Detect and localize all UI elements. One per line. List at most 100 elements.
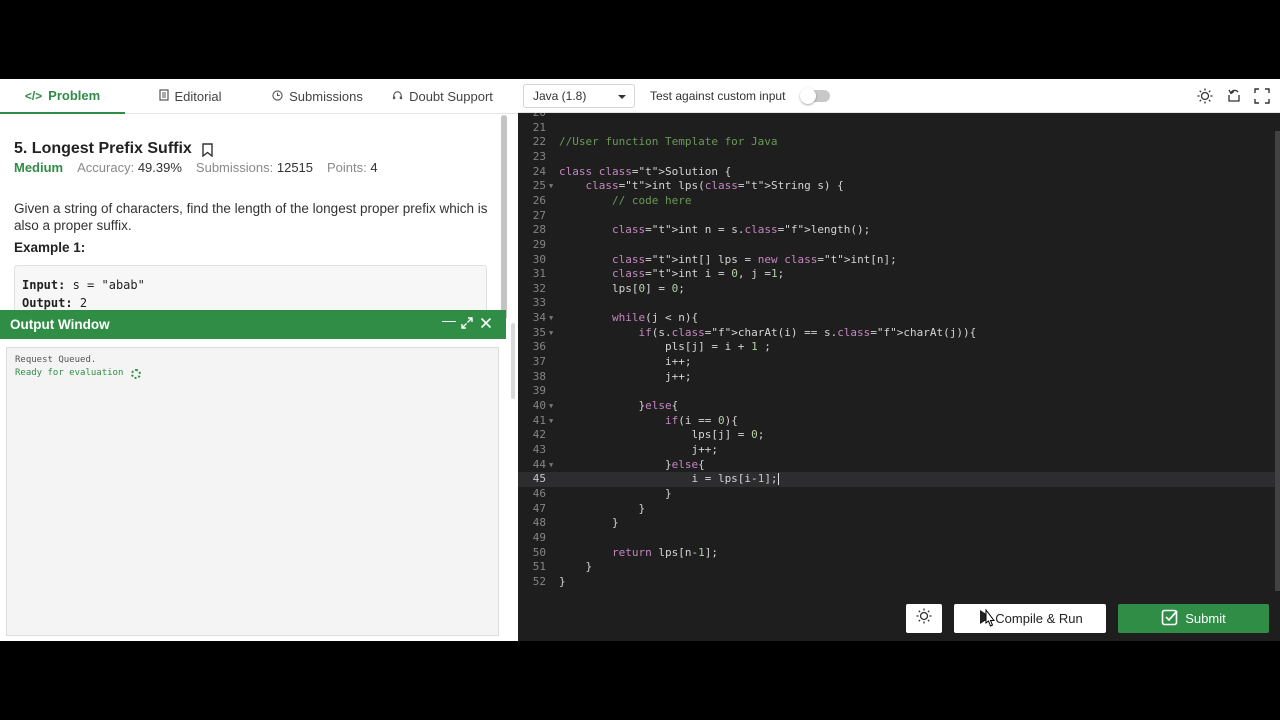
app-window: </> Problem Editorial Submissions Doubt — [0, 79, 1280, 641]
code-line[interactable]: 52} — [518, 575, 1276, 590]
sun-icon — [915, 607, 933, 630]
tab-doubt-support[interactable]: Doubt Support — [380, 79, 505, 114]
chevron-down-icon — [618, 95, 626, 99]
submit-button[interactable]: Submit — [1118, 604, 1269, 633]
code-line[interactable]: 48 } — [518, 516, 1276, 531]
line-number: 51 — [532, 560, 546, 574]
language-select[interactable]: Java (1.8) — [523, 84, 635, 108]
compile-run-label: Compile & Run — [995, 611, 1083, 626]
code-text: } — [559, 501, 646, 515]
minimize-icon[interactable]: — — [441, 311, 457, 329]
line-number: 31 — [532, 267, 546, 281]
document-icon — [158, 89, 169, 104]
bookmark-icon[interactable] — [202, 142, 213, 157]
code-line[interactable]: 36 pls[j] = i + 1 ; — [518, 340, 1276, 355]
mouse-pointer-icon — [980, 608, 1002, 637]
code-line[interactable]: 35 ▼ if(s.class="f">charAt(i) == s.class=… — [518, 326, 1276, 341]
line-number: 35 — [532, 325, 546, 339]
line-number: 23 — [532, 149, 546, 163]
code-line[interactable]: 49 — [518, 531, 1276, 546]
code-line[interactable]: 24 class class="t">Solution { — [518, 165, 1276, 180]
code-line[interactable]: 33 — [518, 296, 1276, 311]
code-line[interactable]: 22 //User function Template for Java — [518, 135, 1276, 150]
output-window-header: Output Window — — [0, 310, 506, 339]
code-line[interactable]: 28 class="t">int n = s.class="f">length(… — [518, 223, 1276, 238]
headset-icon — [392, 90, 403, 104]
code-line[interactable]: 27 — [518, 209, 1276, 224]
status-ready: Ready for evaluation — [15, 367, 490, 380]
code-line[interactable]: 25 ▼ class="t">int lps(class="t">String s… — [518, 179, 1276, 194]
line-number: 36 — [532, 340, 546, 354]
status-queued: Request Queued. — [15, 355, 97, 365]
line-number: 50 — [532, 545, 546, 559]
line-number: 30 — [532, 252, 546, 266]
status-ready-text: Ready for evaluation — [15, 368, 124, 378]
sun-icon[interactable] — [1196, 87, 1214, 105]
code-line[interactable]: 43 j++; — [518, 443, 1276, 458]
code-line[interactable]: 41 ▼ if(i == 0){ — [518, 414, 1276, 429]
editor-panel: Java (1.8) Test against custom input 202… — [518, 79, 1280, 641]
code-line[interactable]: 46 } — [518, 487, 1276, 502]
line-number: 48 — [532, 516, 546, 530]
example-output: Output: 2 — [22, 296, 88, 310]
clock-icon — [272, 89, 283, 104]
line-number: 33 — [532, 296, 546, 310]
panel-scrollbar[interactable] — [511, 323, 515, 399]
fullscreen-icon[interactable] — [1253, 87, 1271, 105]
code-line[interactable]: 37 i++; — [518, 355, 1276, 370]
checkbox-icon — [1161, 608, 1179, 629]
code-line[interactable]: 31 class="t">int i = 0, j =1; — [518, 267, 1276, 282]
code-line[interactable]: 21 — [518, 121, 1276, 136]
code-line[interactable]: 39 — [518, 384, 1276, 399]
custom-input-toggle[interactable] — [800, 88, 830, 104]
line-number: 34 — [532, 311, 546, 325]
theme-toggle-button[interactable] — [906, 604, 942, 633]
code-editor[interactable]: 202122//User function Template for Java2… — [518, 113, 1280, 593]
line-number: 21 — [532, 120, 546, 134]
line-number: 40 — [532, 399, 546, 412]
code-line[interactable]: 32 lps[0] = 0; — [518, 282, 1276, 297]
tab-submissions[interactable]: Submissions — [255, 79, 380, 114]
line-number: 25 — [532, 179, 546, 193]
code-line[interactable]: 51 } — [518, 560, 1276, 575]
compile-run-button[interactable]: Compile & Run — [954, 604, 1106, 633]
fold-arrow-icon[interactable]: ▼ — [549, 311, 553, 326]
code-line[interactable]: 38 j++; — [518, 370, 1276, 385]
example-title: Example 1: — [14, 240, 86, 255]
code-line[interactable]: 23 — [518, 150, 1276, 165]
code-line[interactable]: 26 // code here — [518, 194, 1276, 209]
fold-arrow-icon[interactable]: ▼ — [549, 399, 553, 414]
code-text: class="t">int i = 0, j =1; — [611, 267, 785, 281]
code-line[interactable]: 34 ▼ while(j < n){ — [518, 311, 1276, 326]
line-number: 24 — [532, 164, 546, 178]
problem-scrollbar[interactable] — [501, 115, 507, 320]
reset-code-icon[interactable] — [1225, 87, 1243, 105]
expand-icon[interactable] — [459, 315, 475, 333]
fold-arrow-icon[interactable]: ▼ — [549, 414, 553, 429]
code-text: class="t">int[] lps = new class="t">int[… — [611, 252, 897, 266]
tab-editorial[interactable]: Editorial — [125, 79, 255, 114]
code-line[interactable]: 50 return lps[n-1]; — [518, 546, 1276, 561]
code-line[interactable]: 30 class="t">int[] lps = new class="t">i… — [518, 253, 1276, 268]
line-number: 37 — [532, 355, 546, 369]
close-icon[interactable] — [478, 315, 494, 333]
code-line[interactable]: 45 i = lps[i-1]; — [518, 472, 1276, 487]
code-text: return lps[n-1]; — [611, 545, 718, 559]
code-line[interactable]: 42 lps[j] = 0; — [518, 428, 1276, 443]
fold-arrow-icon[interactable]: ▼ — [549, 179, 553, 194]
fold-arrow-icon[interactable]: ▼ — [549, 326, 553, 341]
editor-scrollbar[interactable] — [1275, 131, 1280, 591]
code-line[interactable]: 29 — [518, 238, 1276, 253]
code-line[interactable]: 20 — [518, 113, 1276, 121]
line-number: 39 — [532, 384, 546, 398]
code-text: }else{ — [559, 399, 679, 412]
code-line[interactable]: 47 } — [518, 502, 1276, 517]
example-input: Input: s = "abab" — [22, 278, 145, 292]
tab-problem[interactable]: </> Problem — [0, 79, 125, 114]
code-line[interactable]: 40 ▼ }else{ — [518, 399, 1276, 414]
fold-arrow-icon[interactable]: ▼ — [549, 458, 553, 473]
output-window-title: Output Window — [10, 317, 110, 332]
tab-label: Problem — [48, 88, 101, 103]
code-line[interactable]: 44 ▼ }else{ — [518, 458, 1276, 473]
line-number: 28 — [532, 223, 546, 237]
